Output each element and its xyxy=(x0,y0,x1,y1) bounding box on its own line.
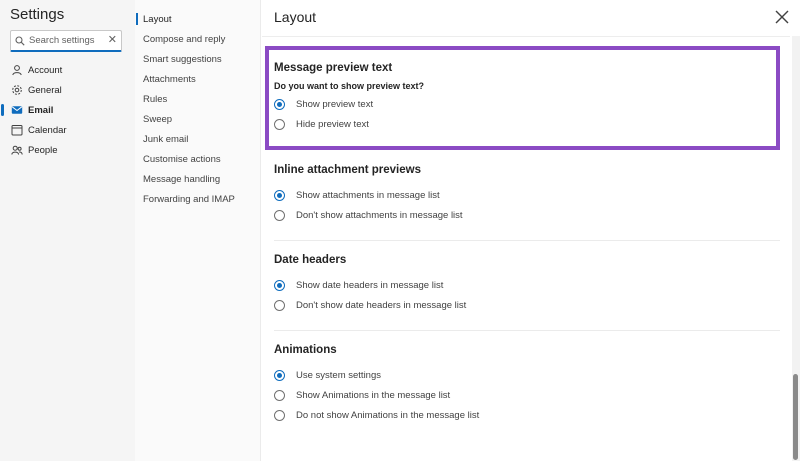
scrollbar[interactable] xyxy=(792,36,800,461)
section-date-headers: Date headers Show date headers in messag… xyxy=(274,254,780,315)
option-use-system-settings[interactable]: Use system settings xyxy=(274,365,780,385)
settings-title: Settings xyxy=(10,6,65,23)
subnav-item-attachments[interactable]: Attachments xyxy=(135,69,261,89)
close-icon xyxy=(775,10,789,24)
radio-selected[interactable] xyxy=(274,189,285,201)
radio-unselected[interactable] xyxy=(274,389,285,401)
section-animations: Animations Use system settings Show Anim… xyxy=(274,344,780,425)
subnav-item-rules[interactable]: Rules xyxy=(135,89,261,109)
option-label: Don't show date headers in message list xyxy=(296,299,467,311)
subnav-item-compose-and-reply[interactable]: Compose and reply xyxy=(135,29,261,49)
scrollbar-thumb[interactable] xyxy=(793,374,798,460)
section-title: Date headers xyxy=(274,254,347,266)
settings-pane: Settings ✕ Account General Email Calenda… xyxy=(0,0,135,461)
section-inline-attachment-previews: Inline attachment previews Show attachme… xyxy=(274,164,780,225)
option-do-not-show-animations[interactable]: Do not show Animations in the message li… xyxy=(274,405,780,425)
subnav-item-message-handling[interactable]: Message handling xyxy=(135,169,261,189)
radio-unselected[interactable] xyxy=(274,409,285,421)
option-label: Show attachments in message list xyxy=(296,189,440,201)
option-dont-show-date-headers[interactable]: Don't show date headers in message list xyxy=(274,295,780,315)
category-people[interactable]: People xyxy=(0,140,135,160)
highlight-box xyxy=(265,46,780,150)
email-subnav: Layout Compose and reply Smart suggestio… xyxy=(135,0,261,461)
category-email[interactable]: Email xyxy=(0,100,135,120)
layout-settings-panel: Layout Message preview text Do you want … xyxy=(262,0,800,461)
category-label: Account xyxy=(28,64,63,76)
person-icon xyxy=(12,65,22,76)
category-general[interactable]: General xyxy=(0,80,135,100)
option-label: Show date headers in message list xyxy=(296,279,444,291)
subnav-item-smart-suggestions[interactable]: Smart suggestions xyxy=(135,49,261,69)
option-show-date-headers[interactable]: Show date headers in message list xyxy=(274,275,780,295)
category-label: Calendar xyxy=(28,124,67,136)
section-title: Animations xyxy=(274,344,337,356)
subnav-item-junk-email[interactable]: Junk email xyxy=(135,129,261,149)
section-title: Inline attachment previews xyxy=(274,164,421,176)
section-divider xyxy=(274,240,780,241)
category-account[interactable]: Account xyxy=(0,60,135,80)
category-label: General xyxy=(28,84,62,96)
radio-selected[interactable] xyxy=(274,369,285,381)
category-list: Account General Email Calendar People xyxy=(0,60,135,160)
category-label: People xyxy=(28,144,58,156)
page-title: Layout xyxy=(274,9,317,25)
subnav-item-forwarding-and-imap[interactable]: Forwarding and IMAP xyxy=(135,189,261,209)
search-input[interactable] xyxy=(29,35,99,46)
search-icon xyxy=(15,35,25,46)
close-button[interactable] xyxy=(772,7,792,27)
option-show-attachments[interactable]: Show attachments in message list xyxy=(274,185,780,205)
clear-search-icon[interactable]: ✕ xyxy=(108,35,117,46)
section-divider xyxy=(274,330,780,331)
option-label: Use system settings xyxy=(296,369,381,381)
subnav-item-sweep[interactable]: Sweep xyxy=(135,109,261,129)
calendar-icon xyxy=(11,125,23,136)
radio-unselected[interactable] xyxy=(274,299,285,311)
option-label: Don't show attachments in message list xyxy=(296,209,463,221)
mail-icon xyxy=(11,106,23,114)
people-icon xyxy=(11,145,23,155)
category-label: Email xyxy=(28,104,54,116)
gear-icon xyxy=(12,85,22,95)
radio-selected[interactable] xyxy=(274,279,285,291)
category-calendar[interactable]: Calendar xyxy=(0,120,135,140)
header-divider xyxy=(262,36,790,37)
subnav-item-customise-actions[interactable]: Customise actions xyxy=(135,149,261,169)
subnav-item-layout[interactable]: Layout xyxy=(135,9,261,29)
option-dont-show-attachments[interactable]: Don't show attachments in message list xyxy=(274,205,780,225)
radio-unselected[interactable] xyxy=(274,209,285,221)
option-label: Show Animations in the message list xyxy=(296,389,451,401)
option-label: Do not show Animations in the message li… xyxy=(296,409,480,421)
option-show-animations[interactable]: Show Animations in the message list xyxy=(274,385,780,405)
search-box[interactable]: ✕ xyxy=(10,30,122,52)
